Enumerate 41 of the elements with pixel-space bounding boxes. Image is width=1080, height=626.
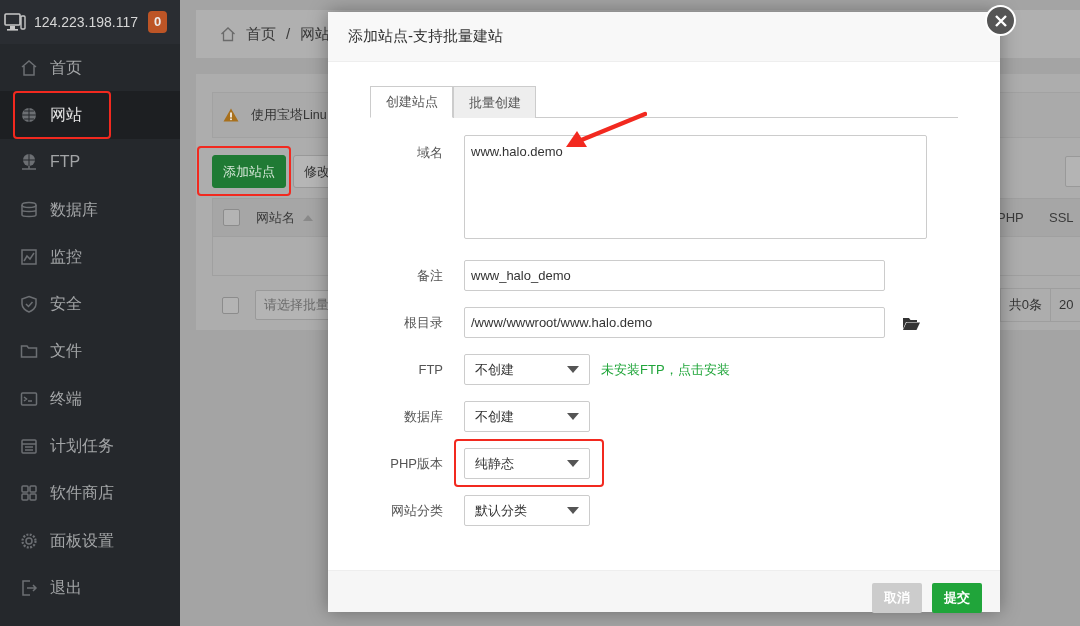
dropdown[interactable]: 默认分类 — [464, 495, 590, 526]
field-label: FTP — [417, 360, 443, 379]
sidebar-item[interactable]: 监控 — [0, 233, 180, 281]
submit-button[interactable]: 提交 — [932, 583, 982, 613]
input-field[interactable]: /www/wwwroot/www.halo.demo — [464, 307, 885, 338]
sidebar-item[interactable]: 数据库 — [0, 185, 180, 234]
column-header[interactable]: 网站名 — [256, 207, 295, 228]
page-size-select[interactable]: 20 — [1050, 288, 1080, 322]
install-link[interactable]: 未安装FTP，点击安装 — [601, 359, 730, 380]
sidebar-item[interactable]: 面板设置 — [0, 516, 180, 565]
add-site-button[interactable]: 添加站点 — [212, 155, 286, 188]
sidebar-item[interactable]: 安全 — [0, 280, 180, 328]
dialog-title: 添加站点-支持批量建站 — [328, 12, 1000, 62]
notice-text: 使用宝塔Linu — [251, 106, 327, 124]
column-header[interactable]: SSL — [1049, 207, 1074, 228]
dropdown[interactable]: 不创建 — [464, 401, 590, 432]
breadcrumb-separator: / — [286, 23, 291, 44]
sidebar-item[interactable]: 软件商店 — [0, 469, 180, 517]
field-label: 数据库 — [403, 407, 443, 426]
sidebar-item[interactable]: FTP — [0, 138, 180, 186]
field-label: 网站分类 — [390, 501, 443, 520]
dropdown[interactable]: 纯静态 — [464, 448, 590, 479]
sidebar-item[interactable]: 退出 — [0, 564, 180, 612]
notification-badge[interactable]: 0 — [148, 11, 168, 33]
field-label: 域名 — [416, 144, 443, 162]
sidebar-item[interactable]: 终端 — [0, 375, 180, 423]
tab[interactable]: 创建站点 — [370, 86, 453, 118]
sidebar-item[interactable]: 网站 — [0, 91, 180, 139]
input-field[interactable]: www_halo_demo — [464, 260, 885, 291]
sidebar-item[interactable]: 文件 — [0, 327, 180, 376]
field-label: 备注 — [416, 266, 443, 285]
domain-field[interactable]: www.halo.demo — [464, 135, 927, 239]
tab[interactable]: 批量创建 — [453, 86, 536, 118]
sidebar-item[interactable]: 首页 — [0, 44, 180, 92]
dropdown[interactable]: 不创建 — [464, 354, 590, 385]
sidebar-item[interactable]: 计划任务 — [0, 422, 180, 470]
field-label: PHP版本 — [389, 454, 443, 473]
server-address: 124.223.198.117 — [34, 12, 139, 32]
breadcrumb-link[interactable]: 首页 — [246, 22, 276, 46]
breadcrumb-link[interactable]: 网站 — [300, 22, 331, 46]
field-label: 根目录 — [403, 313, 443, 332]
